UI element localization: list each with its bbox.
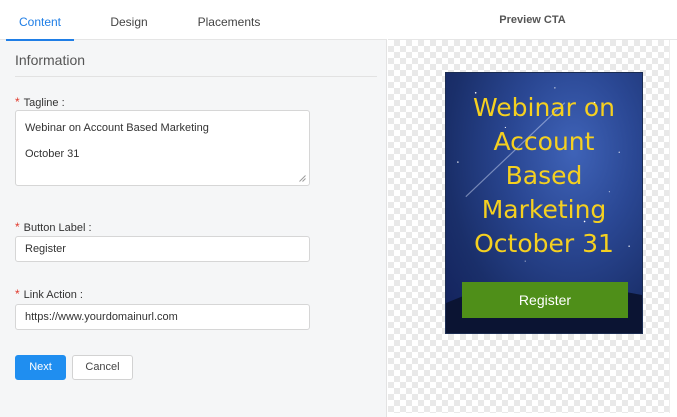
link-action-label-row: * Link Action : (15, 287, 83, 301)
tab-design[interactable]: Design (95, 0, 163, 40)
section-divider (15, 76, 377, 77)
button-label-input[interactable]: Register (15, 236, 310, 262)
button-label-label-row: * Button Label : (15, 220, 92, 234)
link-action-input[interactable]: https://www.yourdomainurl.com (15, 304, 310, 330)
next-button[interactable]: Next (15, 355, 66, 380)
cta-headline-line: Marketing (481, 195, 607, 224)
cta-headline-line: Based (505, 161, 583, 190)
preview-canvas: Webinar on Account Based Marketing Octob… (388, 40, 669, 413)
tab-bar: Content Design Placements (0, 0, 387, 41)
resize-handle-icon[interactable] (299, 175, 306, 182)
tagline-label-row: * Tagline : (15, 95, 65, 109)
cta-headline-line: Webinar on (473, 93, 615, 122)
editor-panel: Content Design Placements Information * T… (0, 0, 387, 417)
cta-register-button[interactable]: Register (462, 282, 628, 318)
preview-scrollbar[interactable] (669, 40, 677, 413)
cta-card: Webinar on Account Based Marketing Octob… (445, 72, 643, 334)
required-marker: * (15, 287, 20, 301)
tab-placements[interactable]: Placements (188, 0, 270, 40)
preview-panel: Preview CTA Webinar on Account Based Mar… (388, 0, 677, 417)
cta-headline-line: Account (493, 127, 595, 156)
tagline-line-1: Webinar on Account Based Marketing (25, 122, 209, 134)
tagline-line-2: October 31 (25, 148, 80, 160)
cancel-button[interactable]: Cancel (72, 355, 133, 380)
cta-headline-line: October 31 (474, 229, 614, 258)
tagline-label: Tagline : (23, 97, 65, 109)
section-title: Information (15, 52, 86, 68)
tagline-textarea[interactable]: Webinar on Account Based Marketing Octob… (15, 110, 310, 186)
button-label-label: Button Label : (23, 222, 92, 234)
link-action-label: Link Action : (23, 289, 83, 301)
required-marker: * (15, 95, 20, 109)
preview-title: Preview CTA (388, 0, 677, 40)
required-marker: * (15, 220, 20, 234)
cta-headline: Webinar on Account Based Marketing Octob… (446, 91, 642, 261)
tab-content[interactable]: Content (6, 0, 74, 41)
